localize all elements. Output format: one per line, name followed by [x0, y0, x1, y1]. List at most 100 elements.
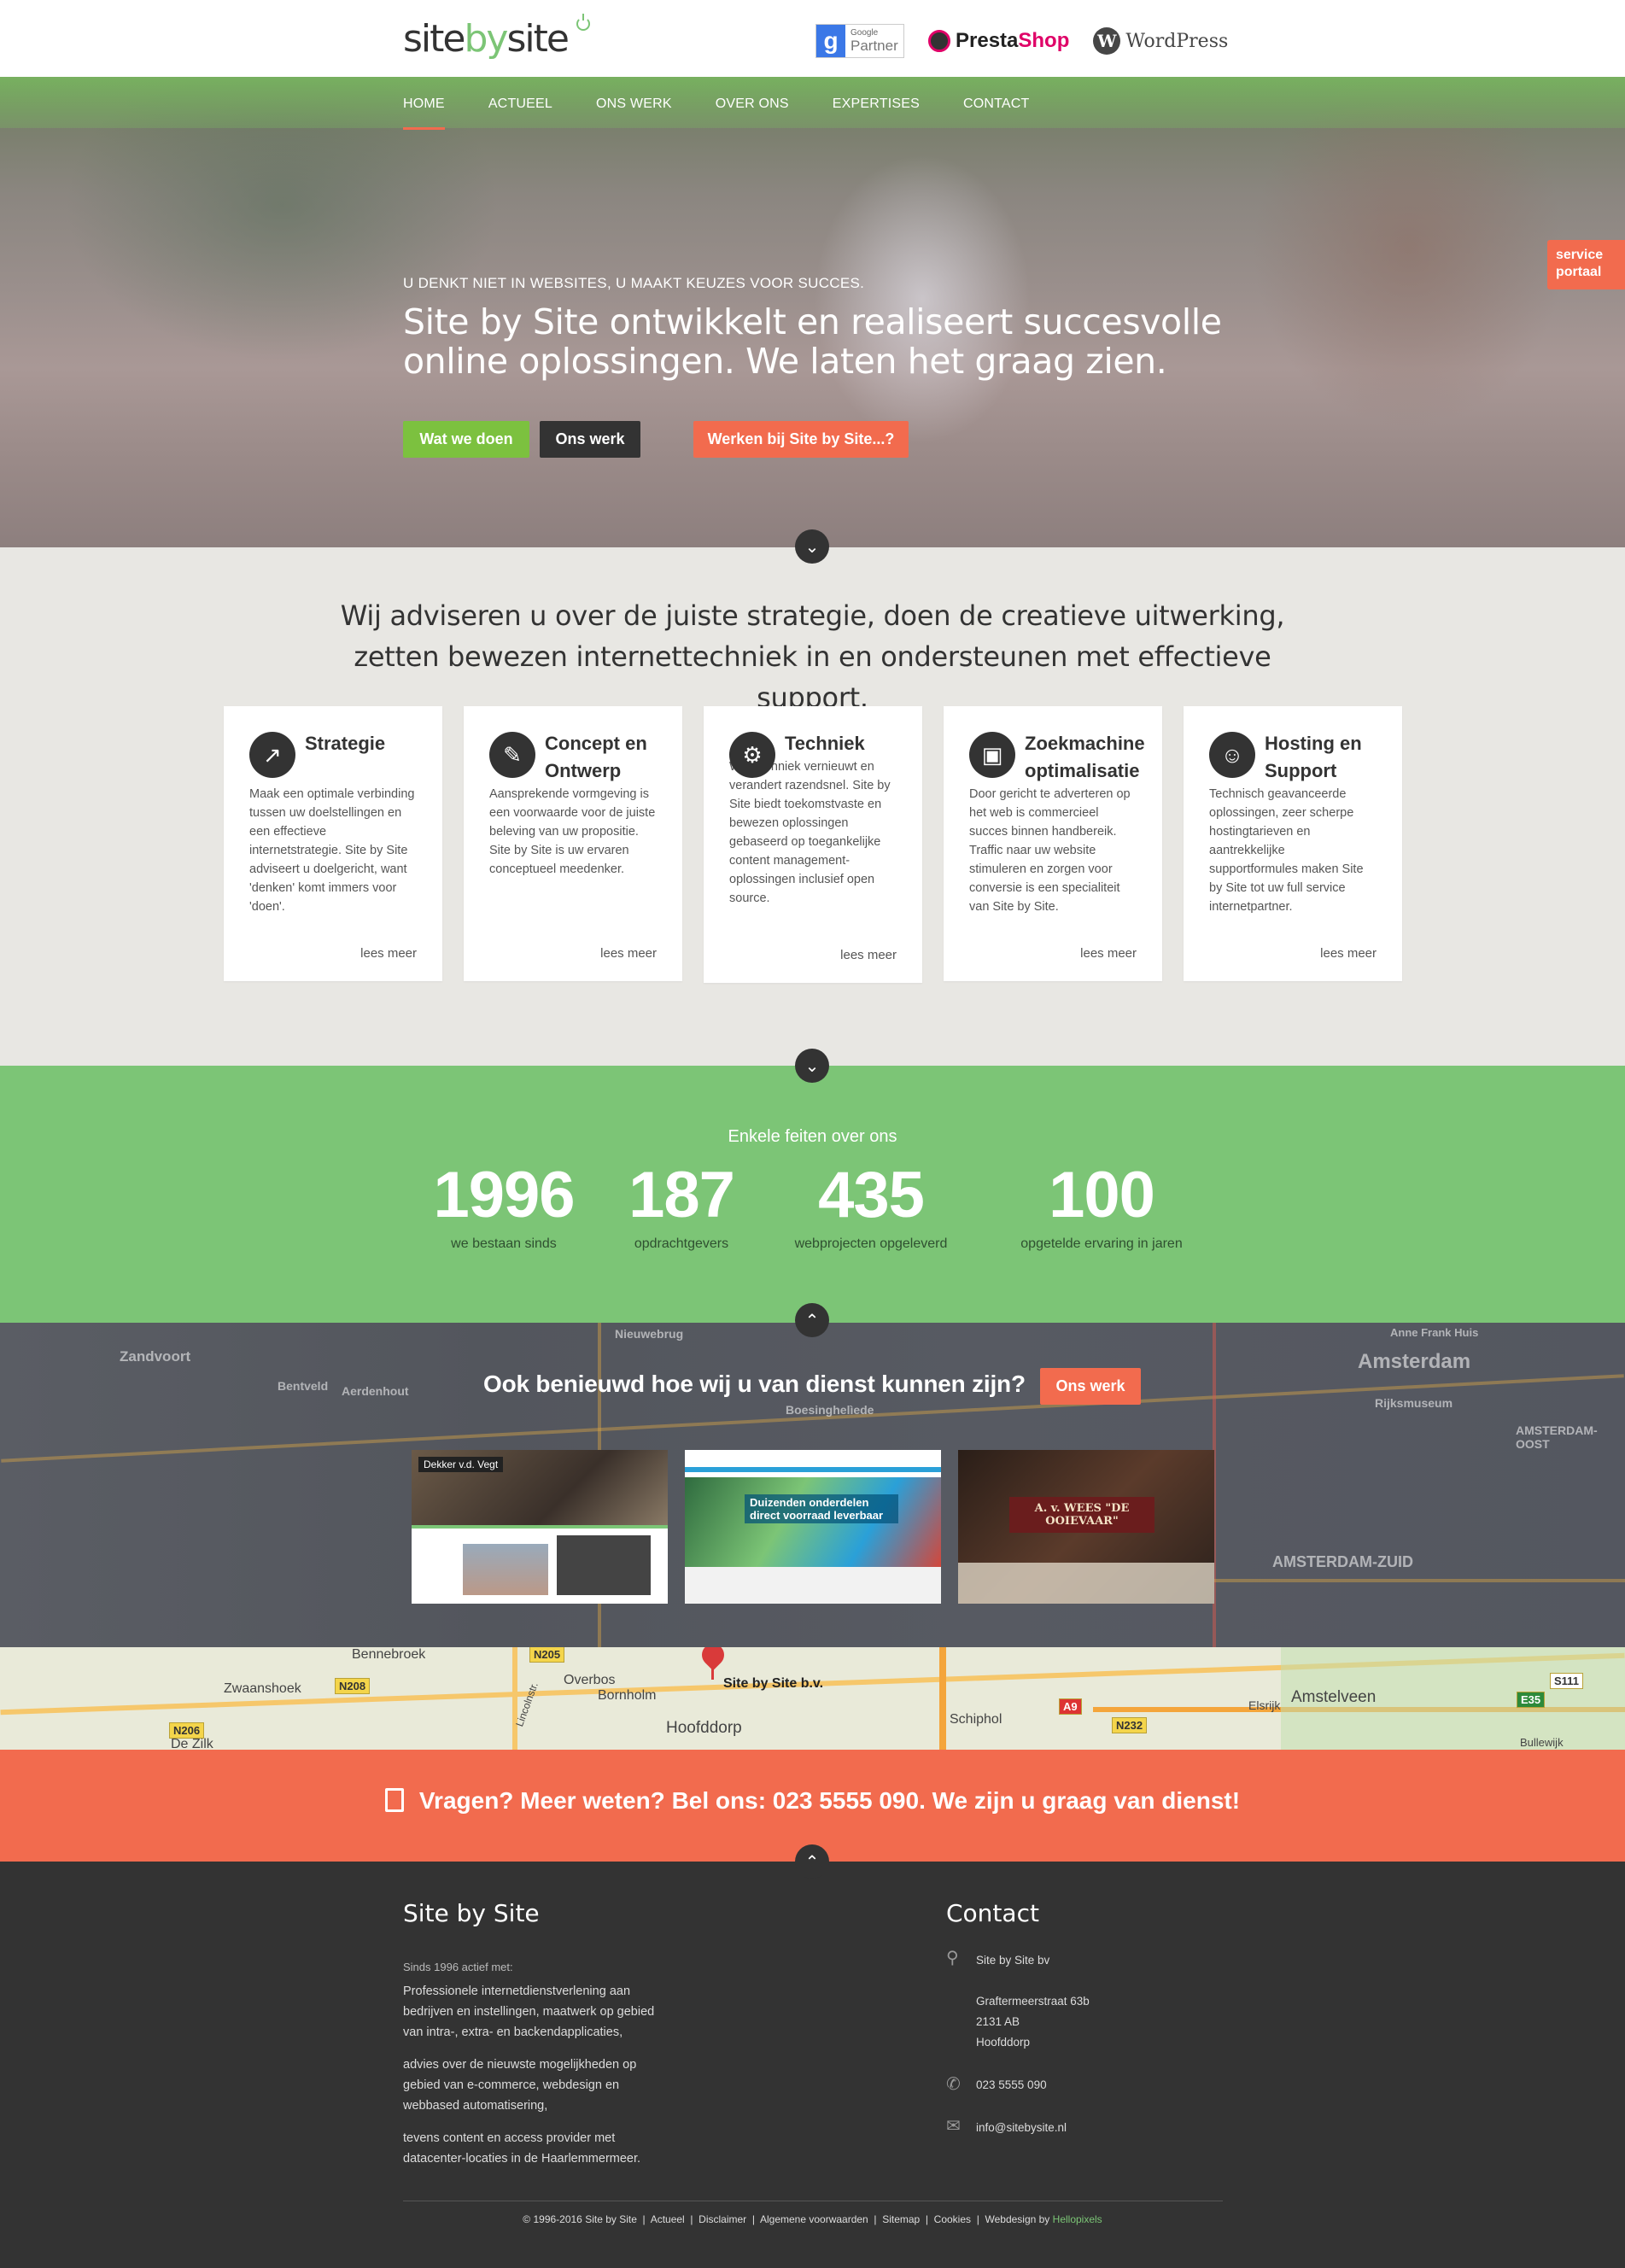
gear-icon: ⚙ — [729, 732, 775, 778]
read-more-link[interactable]: lees meer — [600, 946, 657, 961]
footer-link-disclaimer[interactable]: Disclaimer — [699, 2213, 746, 2225]
facts-section: Enkele feiten over ons 1996 we bestaan s… — [0, 1066, 1625, 1323]
mail-icon: ✉ — [946, 2117, 961, 2136]
service-title: Concept en Ontwerp — [545, 733, 647, 781]
pencil-ruler-icon: ✎ — [489, 732, 535, 778]
map-label: Rijksmuseum — [1375, 1396, 1453, 1410]
fact-label: we bestaan sinds — [451, 1236, 557, 1251]
prestashop-icon — [928, 30, 950, 52]
services-section: Wij adviseren u over de juiste strategie… — [0, 547, 1625, 1066]
logo-site-text: site — [403, 17, 465, 61]
read-more-link[interactable]: lees meer — [1320, 946, 1377, 961]
facts-title: Enkele feiten over ons — [728, 1127, 897, 1146]
location-map[interactable]: Bennebroek Zwaanshoek Overbos Bornholm H… — [0, 1647, 1625, 1750]
map-place: Bennebroek — [352, 1647, 426, 1662]
thumb-footer — [685, 1567, 941, 1604]
scroll-down-icon[interactable]: ⌄ — [795, 529, 829, 564]
service-text: Aansprekende vormgeving is een voorwaard… — [489, 787, 656, 876]
service-text: Technisch geavanceerde oplossingen, zeer… — [1209, 787, 1364, 914]
what-we-do-button[interactable]: Wat we doen — [403, 421, 529, 458]
nav-ons-werk[interactable]: ONS WERK — [596, 79, 672, 130]
hero-kicker: U DENKT NIET IN WEBSITES, U MAAKT KEUZES… — [403, 275, 865, 291]
portfolio-thumb-2[interactable]: Duizenden onderdelen direct voorraad lev… — [685, 1450, 941, 1604]
footer-paragraph: advies over de nieuwste mogelijkheden op… — [403, 2058, 637, 2113]
footer-street: Graftermeerstraat 63b — [976, 1995, 1090, 2008]
footer-link-cookies[interactable]: Cookies — [934, 2213, 971, 2225]
map-place: Schiphol — [950, 1712, 1002, 1727]
road-shield: N206 — [169, 1722, 205, 1739]
fact-label: opdrachtgevers — [634, 1236, 729, 1251]
read-more-link[interactable]: lees meer — [360, 946, 417, 961]
monitor-chart-icon: ▣ — [969, 732, 1015, 778]
nav-over-ons[interactable]: OVER ONS — [716, 79, 789, 130]
prestashop-logo: PrestaShop — [928, 29, 1069, 53]
thumb-caption: Dekker v.d. Vegt — [418, 1457, 504, 1472]
map-label: Nieuwebrug — [615, 1327, 684, 1341]
footer-link-terms[interactable]: Algemene voorwaarden — [760, 2213, 868, 2225]
nav-actueel[interactable]: ACTUEEL — [488, 79, 552, 130]
footer-webdesign-link[interactable]: Hellopixels — [1053, 2213, 1102, 2225]
clipboard-icon — [384, 1788, 404, 1812]
map-place: De Zilk — [171, 1737, 213, 1750]
map-label: AMSTERDAM-OOST — [1516, 1423, 1598, 1451]
wordpress-icon: W — [1093, 27, 1121, 55]
intro-text: Wij adviseren u over de juiste strategie… — [0, 595, 1625, 718]
call-text-row: Vragen? Meer weten? Bel ons: 023 5555 09… — [0, 1787, 1625, 1815]
scroll-up-icon-2[interactable]: ⌃ — [795, 1844, 829, 1879]
map-place: Hoofddorp — [666, 1719, 742, 1737]
footer-phone[interactable]: 023 5555 090 — [976, 2075, 1047, 2096]
road-shield: S111 — [1550, 1673, 1583, 1689]
thumb-bar — [412, 1525, 668, 1529]
main-nav: HOME ACTUEEL ONS WERK OVER ONS EXPERTISE… — [403, 79, 1073, 130]
our-work-button[interactable]: Ons werk — [540, 421, 640, 458]
scroll-down-icon-2[interactable]: ⌄ — [795, 1049, 829, 1083]
nav-expertises[interactable]: EXPERTISES — [833, 79, 920, 130]
google-partner-text: Partner — [850, 38, 898, 54]
jobs-button[interactable]: Werken bij Site by Site...? — [693, 421, 909, 458]
map-place: Bornholm — [598, 1688, 657, 1703]
read-more-link[interactable]: lees meer — [1080, 946, 1137, 961]
map-label: Anne Frank Huis — [1390, 1326, 1479, 1339]
nav-contact[interactable]: CONTACT — [963, 79, 1030, 130]
map-road — [939, 1647, 946, 1750]
service-title: Zoekmachine optimalisatie — [1025, 733, 1145, 781]
fact-item: 435 webprojecten opgeleverd — [777, 1160, 965, 1252]
prestashop-text-a: Presta — [956, 29, 1019, 52]
map-label: Zandvoort — [120, 1348, 191, 1365]
nav-home[interactable]: HOME — [403, 79, 445, 130]
presentation-chart-icon: ↗ — [249, 732, 295, 778]
our-work-button-2[interactable]: Ons werk — [1040, 1368, 1141, 1405]
road-shield: N208 — [335, 1678, 371, 1694]
scroll-up-icon[interactable]: ⌃ — [795, 1303, 829, 1337]
partner-logos: g Google Partner PrestaShop W WordPress — [815, 22, 1228, 60]
footer-link-sitemap[interactable]: Sitemap — [882, 2213, 920, 2225]
footer-link-actueel[interactable]: Actueel — [651, 2213, 685, 2225]
fact-number: 435 — [818, 1159, 925, 1231]
fact-item: 1996 we bestaan sinds — [427, 1160, 581, 1252]
map-place: Bullewijk — [1520, 1736, 1564, 1749]
call-text: Vragen? Meer weten? Bel ons: 023 5555 09… — [418, 1787, 1241, 1814]
map-road — [512, 1647, 517, 1750]
location-pin-icon: ⚲ — [946, 1949, 959, 1967]
fact-number: 1996 — [433, 1159, 575, 1231]
logo[interactable]: sitebysite — [403, 14, 590, 65]
map-label: AMSTERDAM-ZUID — [1272, 1553, 1413, 1570]
service-card-techniek: ⚙ Techniek Webtechniek vernieuwt en vera… — [704, 706, 922, 983]
read-more-link[interactable]: lees meer — [840, 948, 897, 962]
work-section: Zandvoort Aerdenhout Bentveld Nieuwebrug… — [0, 1323, 1625, 1647]
footer-title-left: Site by Site — [403, 1899, 540, 1927]
footer-email[interactable]: info@sitebysite.nl — [976, 2118, 1067, 2138]
service-card-seo: ▣ Zoekmachine optimalisatie Door gericht… — [944, 706, 1162, 981]
service-title: Strategie — [305, 733, 386, 754]
footer-paragraph: Professionele internetdienstverlening aa… — [403, 1984, 655, 2039]
service-portal-tab[interactable]: service portaal — [1547, 240, 1625, 289]
hero-section: U DENKT NIET IN WEBSITES, U MAAKT KEUZES… — [0, 77, 1625, 547]
portfolio-thumb-3[interactable]: A. v. WEES "DE OOIEVAAR" — [958, 1450, 1214, 1604]
map-place: Elsrijk — [1248, 1698, 1281, 1712]
road-shield: E35 — [1517, 1692, 1546, 1708]
portfolio-thumb-1[interactable]: Dekker v.d. Vegt — [412, 1450, 668, 1604]
fact-label: opgetelde ervaring in jaren — [1020, 1236, 1183, 1251]
hero-headline: Site by Site ontwikkelt en realiseert su… — [403, 301, 1222, 382]
thumb-footer — [958, 1563, 1214, 1604]
service-cards: ↗ Strategie Maak een optimale verbinding… — [224, 706, 1402, 983]
